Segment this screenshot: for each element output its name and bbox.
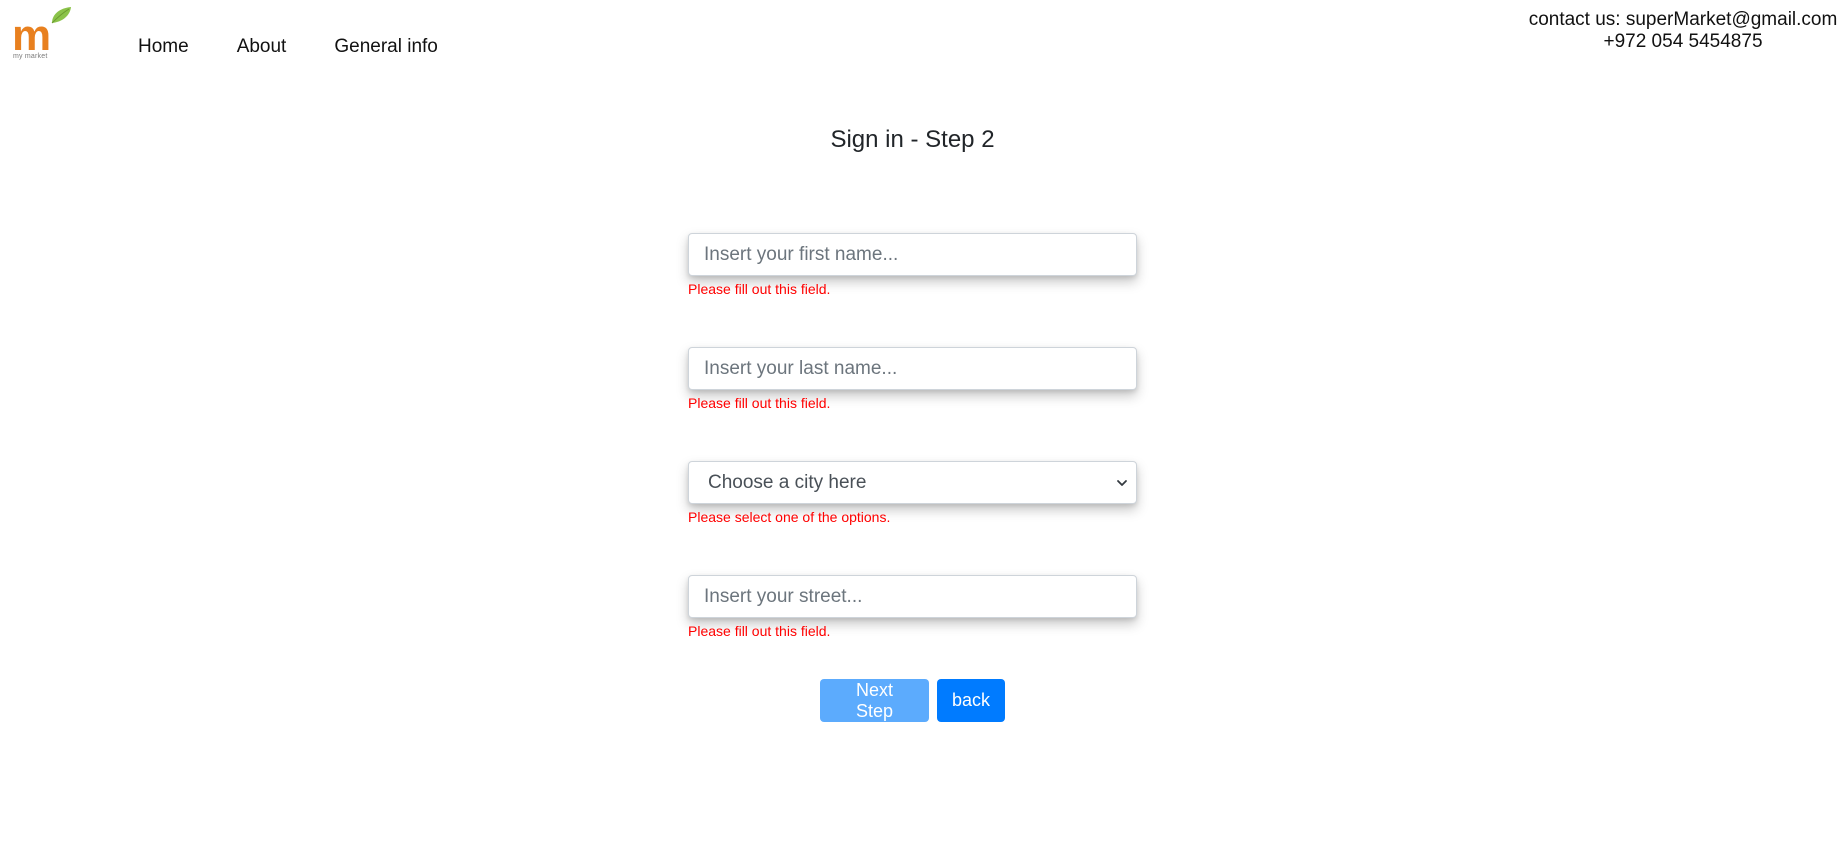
- first-name-field-wrapper: [688, 233, 1137, 276]
- street-error: Please fill out this field.: [688, 623, 831, 639]
- nav-link-general-info[interactable]: General info: [334, 36, 438, 58]
- leaf-icon: [51, 7, 71, 24]
- nav-link-about[interactable]: About: [237, 36, 287, 58]
- next-step-button[interactable]: Next Step: [820, 679, 929, 722]
- first-name-error: Please fill out this field.: [688, 281, 831, 297]
- contact-info: contact us: superMarket@gmail.com +972 0…: [1500, 9, 1842, 53]
- logo-letter: m: [12, 11, 51, 60]
- street-group: Please fill out this field.: [688, 575, 1137, 689]
- city-group: Choose a city here Please select one of …: [688, 461, 1137, 575]
- city-select-value: Choose a city here: [708, 471, 867, 493]
- back-button[interactable]: back: [937, 679, 1005, 722]
- city-error: Please select one of the options.: [688, 509, 891, 525]
- page: m my market Home About General info cont…: [0, 0, 1842, 868]
- main-nav: Home About General info: [138, 36, 486, 58]
- form-buttons: Next Step back: [820, 679, 1005, 722]
- chevron-down-icon: [1117, 479, 1127, 486]
- contact-email: contact us: superMarket@gmail.com: [1528, 9, 1838, 30]
- last-name-error: Please fill out this field.: [688, 395, 831, 411]
- street-field-wrapper: [688, 575, 1137, 618]
- sign-in-step2-form: Please fill out this field. Please fill …: [688, 233, 1137, 689]
- last-name-field-wrapper: [688, 347, 1137, 390]
- street-input[interactable]: [704, 576, 1121, 617]
- logo[interactable]: m my market: [12, 6, 72, 62]
- page-title: Sign in - Step 2: [830, 126, 995, 153]
- nav-link-home[interactable]: Home: [138, 36, 189, 58]
- last-name-group: Please fill out this field.: [688, 347, 1137, 461]
- contact-phone: +972 054 5454875: [1603, 31, 1763, 52]
- logo-subtitle: my market: [13, 53, 48, 60]
- last-name-input[interactable]: [704, 348, 1121, 389]
- first-name-group: Please fill out this field.: [688, 233, 1137, 347]
- first-name-input[interactable]: [704, 234, 1121, 275]
- city-select[interactable]: Choose a city here: [688, 461, 1137, 504]
